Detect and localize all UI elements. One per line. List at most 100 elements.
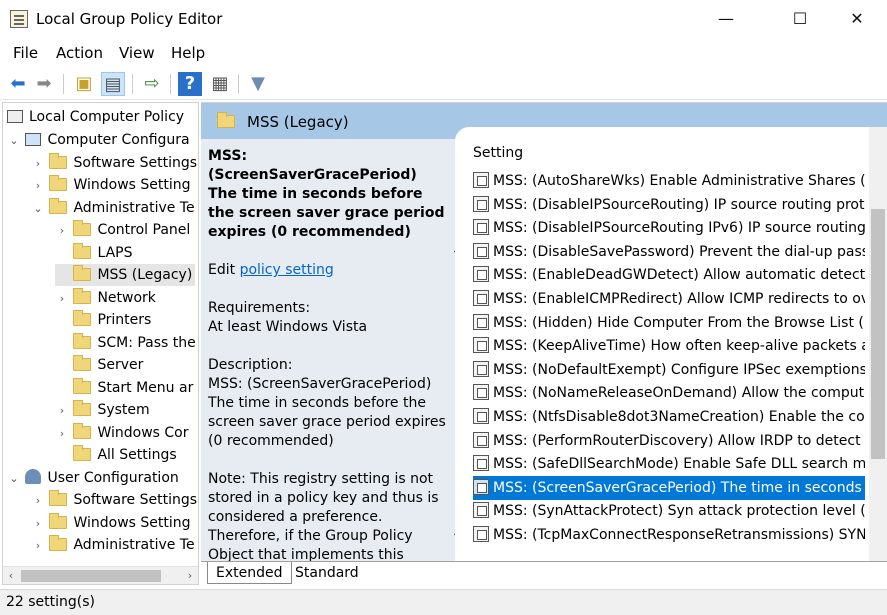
chevron-down-icon[interactable]: ⌄ [31, 198, 45, 220]
filter-icon[interactable]: ▼ [246, 72, 270, 96]
list-item[interactable]: MSS: (EnableDeadGWDetect) Allow automati… [473, 263, 865, 287]
toolbar-separator [132, 74, 133, 94]
note-text: Note: This registry setting is not store… [208, 471, 439, 561]
tree-item-user-configuration[interactable]: ⌄ User Configuration [7, 467, 179, 489]
chevron-right-icon[interactable]: › [31, 153, 45, 175]
arrow-right-icon[interactable]: ➡ [32, 72, 56, 96]
tree-item-laps[interactable]: LAPS [55, 242, 132, 264]
minimize-button[interactable]: — [703, 0, 749, 38]
chevron-right-icon[interactable]: › [31, 513, 45, 535]
menu-help[interactable]: Help [171, 44, 205, 62]
export-icon[interactable]: ⇨ [140, 72, 164, 96]
settings-vertical-scrollbar[interactable] [869, 127, 887, 561]
list-item-label: MSS: (KeepAliveTime) How often keep-aliv… [493, 338, 865, 355]
folder-icon [73, 400, 92, 416]
tree-item-mss-legacy[interactable]: MSS (Legacy) [55, 264, 195, 286]
tree-item-windows-settings[interactable]: › Windows Setting [31, 174, 191, 196]
toolbar-separator [170, 74, 171, 94]
chevron-down-icon[interactable]: ⌄ [7, 468, 21, 490]
policy-setting-icon [473, 290, 489, 306]
tab-standard[interactable]: Standard [287, 562, 367, 584]
list-item[interactable]: MSS: (Hidden) Hide Computer From the Bro… [473, 311, 865, 335]
tree-item-software-settings[interactable]: › Software Settings [31, 152, 197, 174]
tree-item-local-computer-policy[interactable]: Local Computer Policy [7, 106, 184, 128]
chevron-right-icon[interactable]: › [31, 490, 45, 512]
tree-item-start-menu[interactable]: Start Menu ar [55, 377, 193, 399]
list-item-label: MSS: (NoDefaultExempt) Configure IPSec e… [493, 361, 865, 378]
chevron-right-icon[interactable]: › [55, 423, 69, 445]
scrollbar-thumb[interactable] [871, 209, 885, 459]
scrollbar-thumb[interactable] [21, 570, 161, 582]
tree-item-administrative-templates[interactable]: ⌄ Administrative Te [31, 197, 195, 219]
chevron-right-icon[interactable]: › [31, 535, 45, 557]
scroll-left-icon[interactable]: ‹ [3, 567, 19, 584]
tree-item-scm[interactable]: SCM: Pass the [55, 332, 196, 354]
tree-item-printers[interactable]: Printers [55, 309, 151, 331]
description-block: Description: MSS: (ScreenSaverGracePeriod… [208, 357, 446, 449]
list-item[interactable]: MSS: (SynAttackProtect) Syn attack prote… [473, 499, 865, 523]
list-item[interactable]: MSS: (KeepAliveTime) How often keep-aliv… [473, 334, 865, 358]
chevron-right-icon[interactable]: › [31, 175, 45, 197]
requirements-block: Requirements: At least Windows Vista [208, 300, 368, 335]
list-item[interactable]: MSS: (EnableICMPRedirect) Allow ICMP red… [473, 287, 865, 311]
tab-extended[interactable]: Extended [207, 562, 292, 584]
column-header-setting[interactable]: Setting [473, 145, 523, 161]
list-item[interactable]: MSS: (AutoShareWks) Enable Administrativ… [473, 169, 865, 193]
list-item[interactable]: MSS: (NoNameReleaseOnDemand) Allow the c… [473, 381, 865, 405]
policy-setting-icon [473, 266, 489, 283]
menu-file[interactable]: File [13, 44, 38, 62]
list-item-label: MSS: (AutoShareWks) Enable Administrativ… [493, 173, 865, 189]
maximize-button[interactable]: ☐ [777, 0, 823, 38]
policy-setting-icon [473, 360, 489, 377]
list-item[interactable]: MSS: (DisableSavePassword) Prevent the d… [473, 240, 865, 264]
properties-icon[interactable]: ▦ [208, 72, 232, 96]
list-item[interactable]: MSS: (NtfsDisable8dot3NameCreation) Enab… [473, 405, 865, 429]
policy-setting-icon [473, 455, 489, 472]
tree-item-computer-configuration[interactable]: ⌄ Computer Configura [7, 129, 189, 152]
folder-icon [73, 243, 92, 259]
list-item[interactable]: MSS: (ScreenSaverGracePeriod) The time i… [473, 475, 865, 500]
policy-setting-icon [473, 172, 489, 188]
list-item[interactable]: MSS: (PerformRouterDiscovery) Allow IRDP… [473, 429, 865, 453]
list-item[interactable]: MSS: (TcpMaxConnectResponseRetransmissio… [473, 523, 865, 547]
folder-icon [73, 288, 92, 304]
tree-icon[interactable]: ▤ [101, 72, 125, 96]
chevron-right-icon[interactable]: › [55, 220, 69, 242]
list-item[interactable]: MSS: (DisableIPSourceRouting IPv6) IP so… [473, 216, 865, 240]
tree-item-system[interactable]: › System [55, 399, 150, 421]
tree-item-user-administrative-templates[interactable]: › Administrative Te [31, 534, 195, 556]
tree-horizontal-scrollbar[interactable]: ‹ › [3, 566, 198, 584]
list-item[interactable]: MSS: (NoDefaultExempt) Configure IPSec e… [473, 358, 865, 382]
help-icon[interactable]: ? [178, 72, 202, 96]
chevron-right-icon[interactable]: › [55, 288, 69, 310]
folder-icon [73, 355, 92, 371]
list-item-label: MSS: (DisableSavePassword) Prevent the d… [493, 243, 865, 260]
list-item[interactable]: MSS: (DisableIPSourceRouting) IP source … [473, 193, 865, 217]
arrow-left-icon[interactable]: ⬅ [6, 72, 30, 96]
folder-up-icon[interactable]: ▣ [72, 72, 96, 96]
chevron-down-icon[interactable]: ⌄ [7, 130, 21, 152]
status-text: 22 setting(s) [6, 594, 96, 610]
policy-setting-icon [473, 502, 489, 519]
list-item-label: MSS: (SafeDllSearchMode) Enable Safe DLL… [493, 456, 865, 473]
policy-setting-icon [473, 242, 489, 259]
policy-setting-icon [473, 195, 489, 212]
policy-setting-link[interactable]: policy setting [240, 262, 334, 278]
policy-setting-icon [473, 478, 489, 495]
close-button[interactable]: ✕ [834, 0, 880, 38]
scroll-right-icon[interactable]: › [182, 567, 198, 584]
folder-icon [49, 175, 68, 191]
tree-item-control-panel[interactable]: › Control Panel [55, 219, 190, 241]
folder-icon [73, 310, 92, 326]
list-item[interactable]: MSS: (SafeDllSearchMode) Enable Safe DLL… [473, 452, 865, 476]
list-item-label: MSS: (SynAttackProtect) Syn attack prote… [493, 503, 865, 520]
tree-item-all-settings[interactable]: All Settings [55, 444, 177, 466]
tree-item-network[interactable]: › Network [55, 287, 156, 309]
chevron-right-icon[interactable]: › [55, 400, 69, 422]
tree-item-user-windows-settings[interactable]: › Windows Setting [31, 512, 191, 534]
tree-item-user-software-settings[interactable]: › Software Settings [31, 489, 197, 511]
menu-view[interactable]: View [119, 44, 155, 62]
menu-action[interactable]: Action [56, 44, 103, 62]
tree-item-server[interactable]: Server [55, 354, 143, 376]
tree-item-windows-components[interactable]: › Windows Cor [55, 422, 189, 444]
